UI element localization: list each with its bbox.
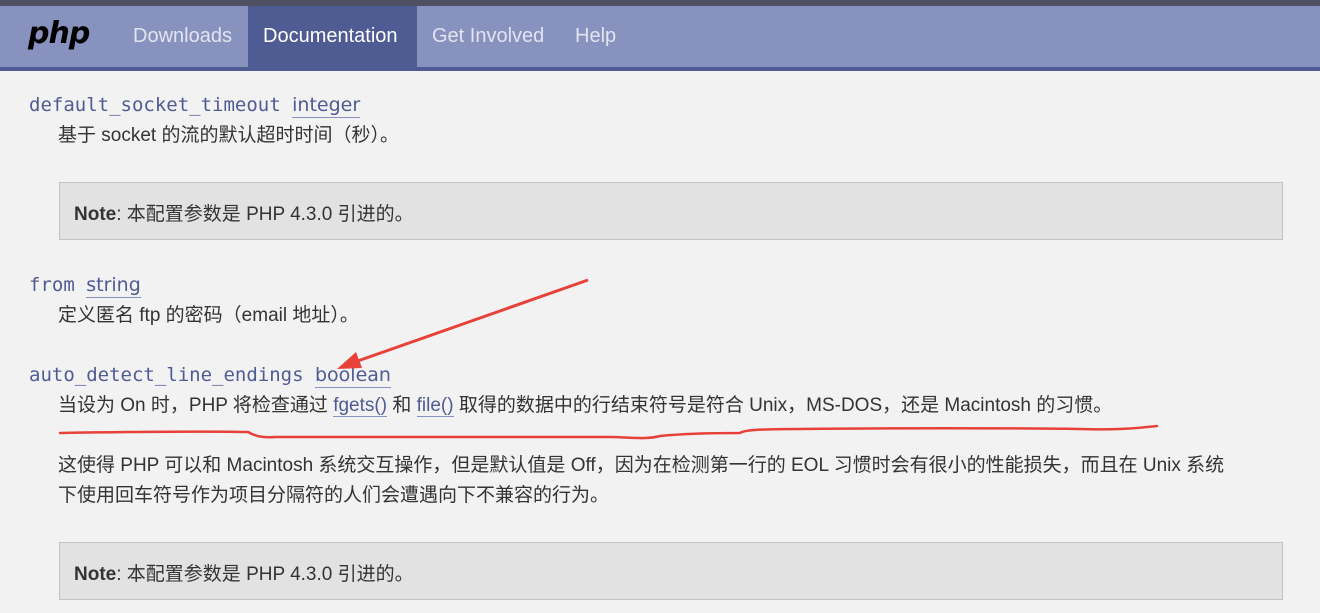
annotation-overlay [58, 278, 1159, 440]
annotation-arrow [337, 278, 589, 369]
annotation-underline [58, 424, 1159, 440]
